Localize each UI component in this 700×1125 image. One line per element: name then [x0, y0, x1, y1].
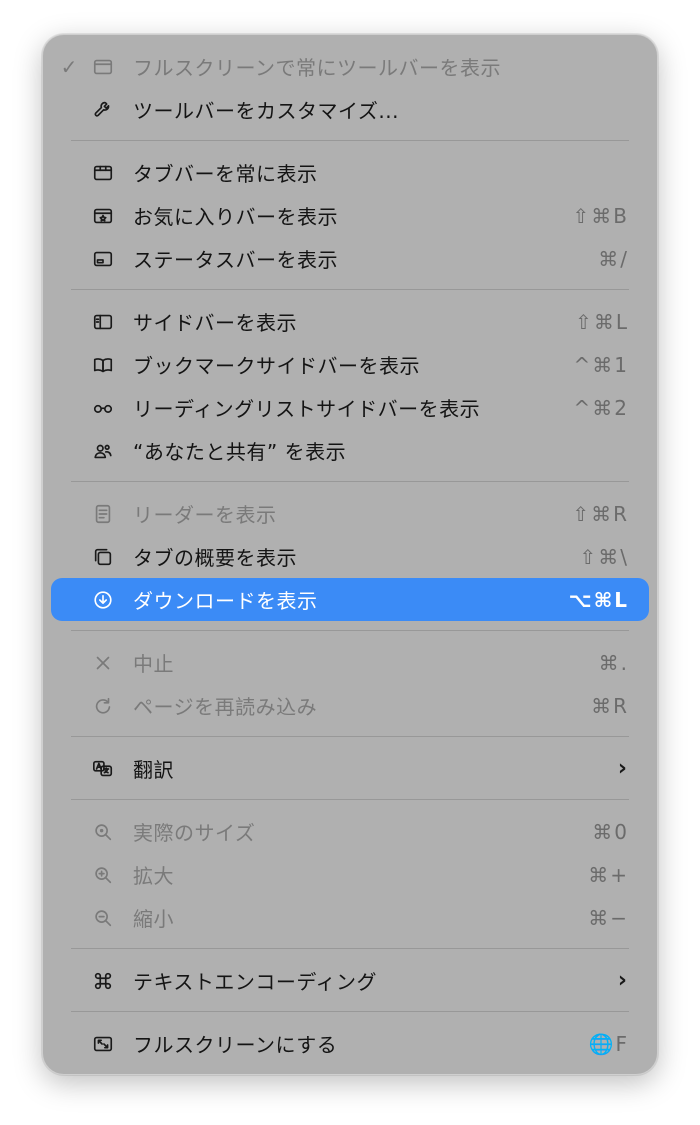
menu-item-label: フルスクリーンにする — [133, 1033, 338, 1057]
menu-item-label: ツールバーをカスタマイズ... — [133, 99, 399, 123]
menu-item-label: リーダーを表示 — [133, 503, 277, 527]
menu-item-label: ブックマークサイドバーを表示 — [133, 354, 420, 378]
tab-overview-icon — [91, 545, 115, 569]
submenu-chevron-icon: › — [617, 756, 627, 781]
translate-icon — [91, 757, 115, 781]
menu-separator — [71, 736, 629, 737]
keyboard-shortcut: ⇧⌘L — [575, 309, 629, 334]
keyboard-shortcut: ^⌘2 — [573, 395, 629, 420]
wrench-icon — [91, 98, 115, 122]
menu-item-zoom-in: 拡大 ⌘+ — [51, 853, 649, 896]
menu-item-label: 中止 — [133, 652, 174, 676]
menu-separator — [71, 799, 629, 800]
menu-item-show-reading-list-sidebar[interactable]: リーディングリストサイドバーを表示 ^⌘2 — [51, 386, 649, 429]
window-icon — [91, 55, 115, 79]
menu-item-show-bookmarks-sidebar[interactable]: ブックマークサイドバーを表示 ^⌘1 — [51, 343, 649, 386]
menu-separator — [71, 140, 629, 141]
menu-item-label: ダウンロードを表示 — [133, 589, 318, 613]
close-icon — [91, 651, 115, 675]
command-icon — [91, 969, 115, 993]
menu-item-show-shared-with-you[interactable]: “あなたと共有” を表示 — [51, 429, 649, 472]
menu-item-customize-toolbar[interactable]: ツールバーをカスタマイズ... — [51, 88, 649, 131]
menu-item-label: フルスクリーンで常にツールバーを表示 — [133, 56, 501, 80]
menu-item-show-reader: リーダーを表示 ⇧⌘R — [51, 492, 649, 535]
shared-people-icon — [91, 439, 115, 463]
keyboard-shortcut: ⇧⌘R — [572, 501, 629, 526]
keyboard-shortcut: ⌘0 — [592, 819, 629, 844]
view-menu: ✓ フルスクリーンで常にツールバーを表示 ツールバーをカスタマイズ... タブバーを常… — [42, 34, 658, 1075]
zoom-out-icon — [91, 906, 115, 930]
menu-item-label: サイドバーを表示 — [133, 311, 297, 335]
menu-item-enter-fullscreen[interactable]: フルスクリーンにする 🌐F — [51, 1022, 649, 1065]
fullscreen-icon — [91, 1032, 115, 1056]
keyboard-shortcut: ⌘− — [588, 905, 629, 930]
keyboard-shortcut: ⌘. — [598, 650, 629, 675]
keyboard-shortcut: ^⌘1 — [573, 352, 629, 377]
menu-item-stop: 中止 ⌘. — [51, 641, 649, 684]
menu-separator — [71, 481, 629, 482]
keyboard-shortcut: ⌘+ — [588, 862, 629, 887]
tabbar-icon — [91, 161, 115, 185]
reader-icon — [91, 502, 115, 526]
menu-item-show-status-bar[interactable]: ステータスバーを表示 ⌘/ — [51, 237, 649, 280]
submenu-chevron-icon: › — [617, 968, 627, 993]
book-icon — [91, 353, 115, 377]
menu-item-label: ステータスバーを表示 — [133, 248, 338, 272]
menu-item-label: 拡大 — [133, 864, 174, 888]
menu-item-show-tab-overview[interactable]: タブの概要を表示 ⇧⌘\ — [51, 535, 649, 578]
menu-separator — [71, 948, 629, 949]
menu-item-translate[interactable]: 翻訳 › — [51, 747, 649, 790]
menu-item-actual-size: 実際のサイズ ⌘0 — [51, 810, 649, 853]
menu-item-always-show-toolbar-fullscreen: ✓ フルスクリーンで常にツールバーを表示 — [51, 45, 649, 88]
keyboard-shortcut: ⌘R — [591, 693, 629, 718]
menu-item-always-show-tab-bar[interactable]: タブバーを常に表示 — [51, 151, 649, 194]
menu-separator — [71, 1011, 629, 1012]
keyboard-shortcut: ⌘/ — [598, 246, 629, 271]
checkmark-icon: ✓ — [60, 54, 78, 79]
zoom-icon — [91, 820, 115, 844]
menu-separator — [71, 630, 629, 631]
menu-item-text-encoding[interactable]: テキストエンコーディング › — [51, 959, 649, 1002]
keyboard-shortcut: 🌐F — [588, 1031, 629, 1056]
menu-item-label: “あなたと共有” を表示 — [133, 440, 347, 464]
menu-item-label: 実際のサイズ — [133, 821, 256, 845]
download-icon — [91, 588, 115, 612]
menu-item-show-downloads[interactable]: ダウンロードを表示 ⌥⌘L — [51, 578, 649, 621]
menu-item-label: 翻訳 — [133, 758, 174, 782]
sidebar-icon — [91, 310, 115, 334]
menu-item-reload-page: ページを再読み込み ⌘R — [51, 684, 649, 727]
favorites-bar-icon — [91, 204, 115, 228]
status-bar-icon — [91, 247, 115, 271]
menu-item-label: タブバーを常に表示 — [133, 162, 318, 186]
menu-item-zoom-out: 縮小 ⌘− — [51, 896, 649, 939]
menu-separator — [71, 289, 629, 290]
glasses-icon — [91, 396, 115, 420]
menu-item-label: ページを再読み込み — [133, 695, 318, 719]
keyboard-shortcut: ⇧⌘\ — [579, 544, 629, 569]
menu-item-label: リーディングリストサイドバーを表示 — [133, 397, 481, 421]
menu-item-label: テキストエンコーディング — [133, 970, 377, 994]
keyboard-shortcut: ⌥⌘L — [568, 587, 629, 612]
keyboard-shortcut: ⇧⌘B — [572, 203, 629, 228]
menu-item-label: 縮小 — [133, 907, 174, 931]
menu-item-label: お気に入りバーを表示 — [133, 205, 338, 229]
menu-item-label: タブの概要を表示 — [133, 546, 297, 570]
zoom-in-icon — [91, 863, 115, 887]
menu-item-show-sidebar[interactable]: サイドバーを表示 ⇧⌘L — [51, 300, 649, 343]
menu-item-show-favorites-bar[interactable]: お気に入りバーを表示 ⇧⌘B — [51, 194, 649, 237]
reload-icon — [91, 694, 115, 718]
